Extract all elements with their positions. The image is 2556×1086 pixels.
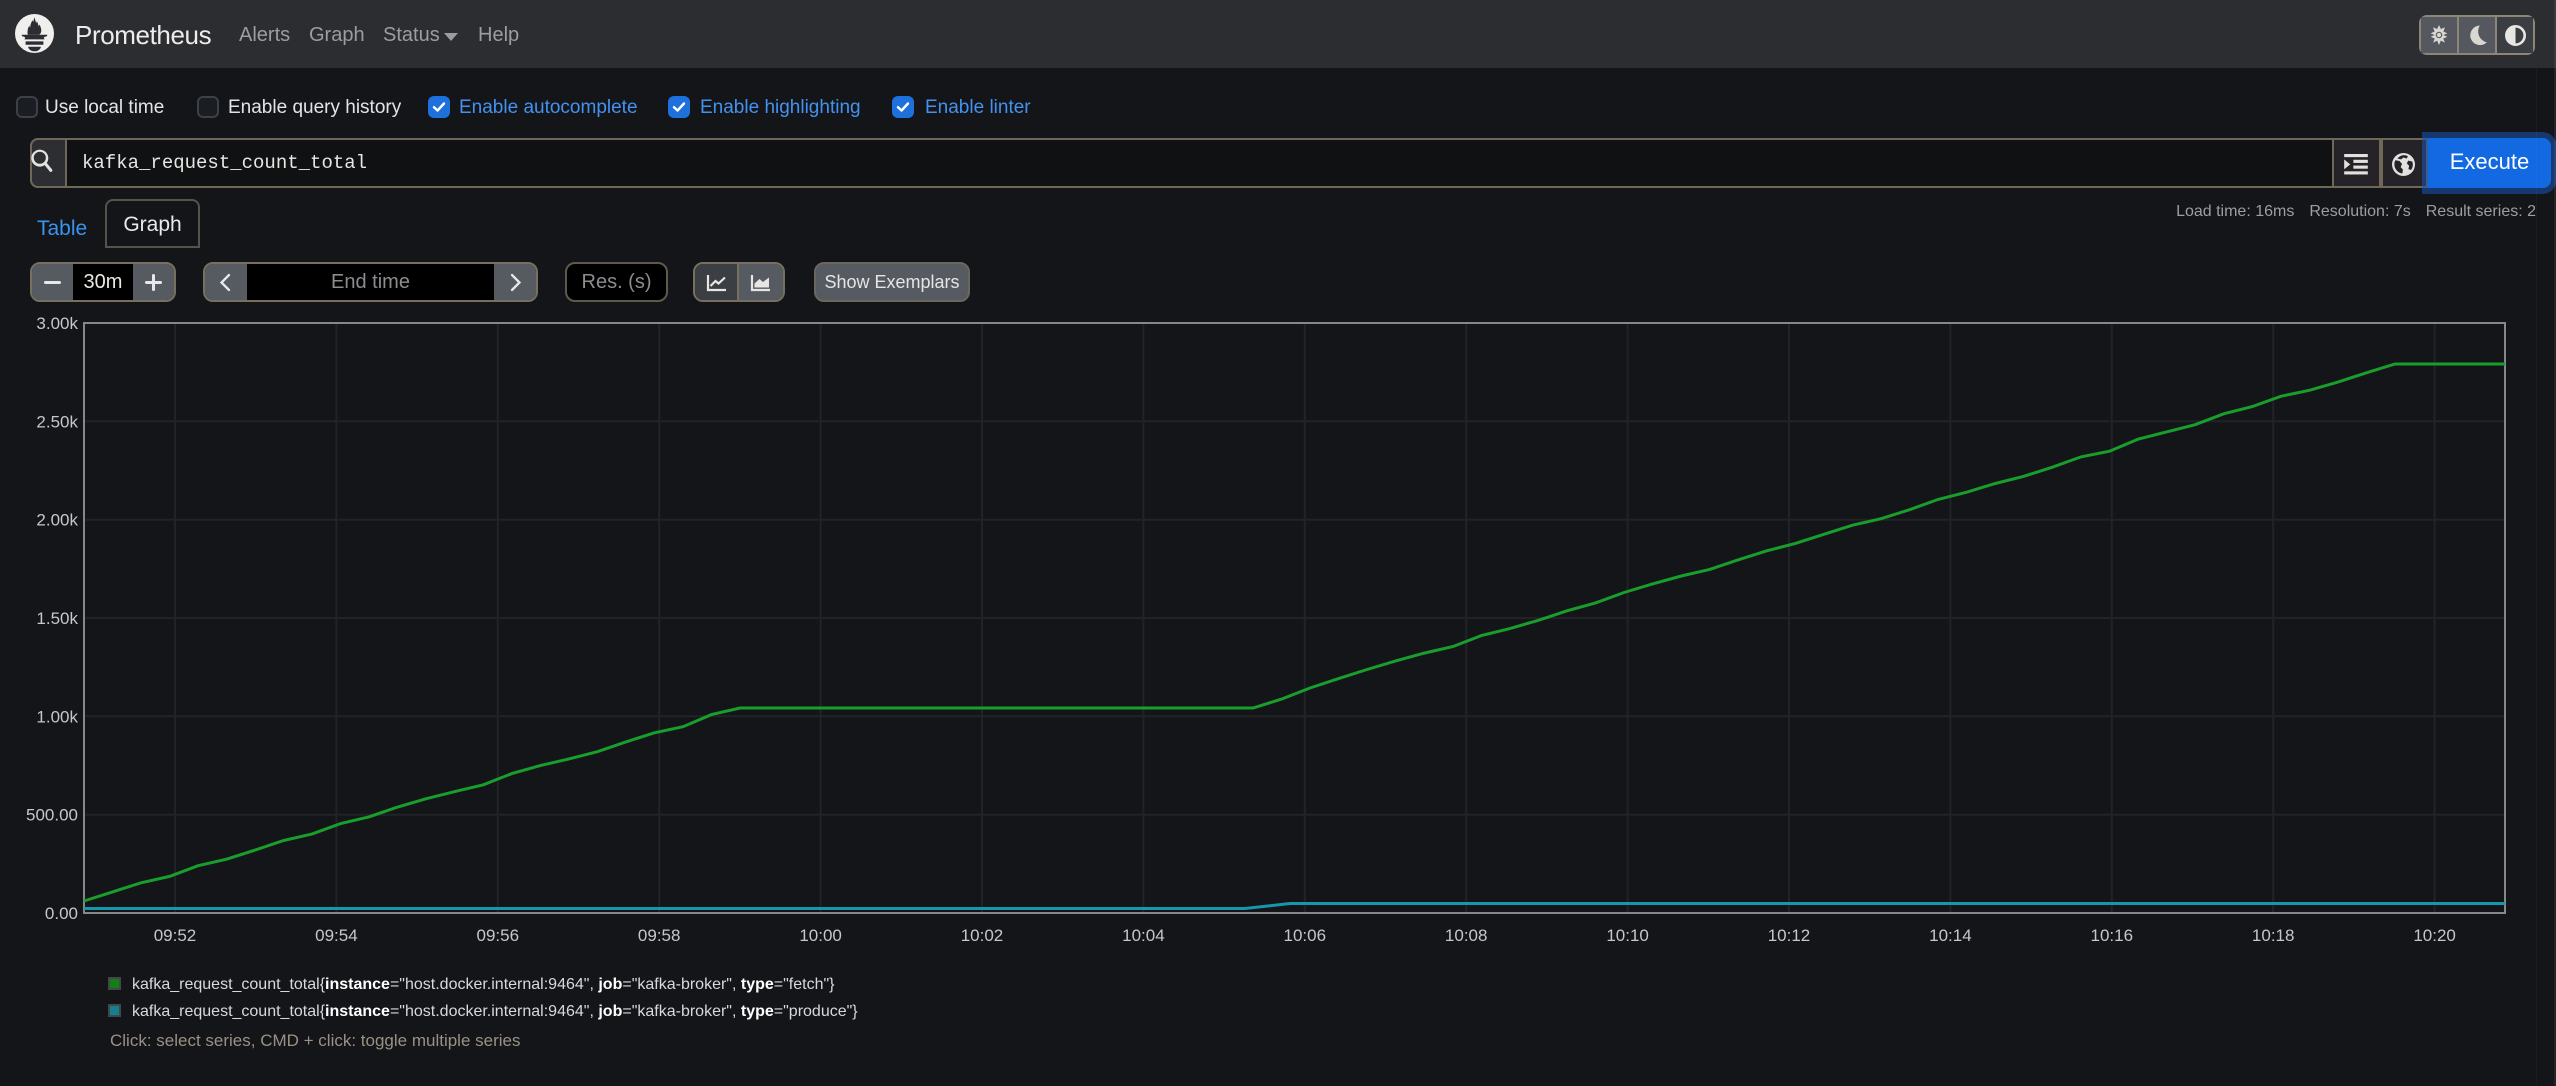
svg-text:0.00: 0.00: [45, 904, 78, 923]
svg-text:2.00k: 2.00k: [36, 511, 78, 530]
svg-text:10:16: 10:16: [2091, 926, 2134, 945]
svg-text:10:08: 10:08: [1445, 926, 1488, 945]
svg-text:10:12: 10:12: [1768, 926, 1811, 945]
svg-text:10:20: 10:20: [2413, 926, 2456, 945]
svg-text:500.00: 500.00: [26, 806, 78, 825]
svg-text:10:06: 10:06: [1284, 926, 1327, 945]
svg-text:09:56: 09:56: [477, 926, 520, 945]
svg-text:09:52: 09:52: [154, 926, 197, 945]
svg-text:2.50k: 2.50k: [36, 412, 78, 431]
svg-text:10:18: 10:18: [2252, 926, 2295, 945]
svg-text:10:10: 10:10: [1606, 926, 1649, 945]
svg-text:10:00: 10:00: [799, 926, 842, 945]
svg-text:3.00k: 3.00k: [36, 314, 78, 333]
svg-text:1.50k: 1.50k: [36, 609, 78, 628]
svg-text:1.00k: 1.00k: [36, 707, 78, 726]
svg-text:10:04: 10:04: [1122, 926, 1165, 945]
svg-text:09:58: 09:58: [638, 926, 681, 945]
svg-text:10:14: 10:14: [1929, 926, 1972, 945]
svg-text:09:54: 09:54: [315, 926, 358, 945]
svg-text:10:02: 10:02: [961, 926, 1004, 945]
